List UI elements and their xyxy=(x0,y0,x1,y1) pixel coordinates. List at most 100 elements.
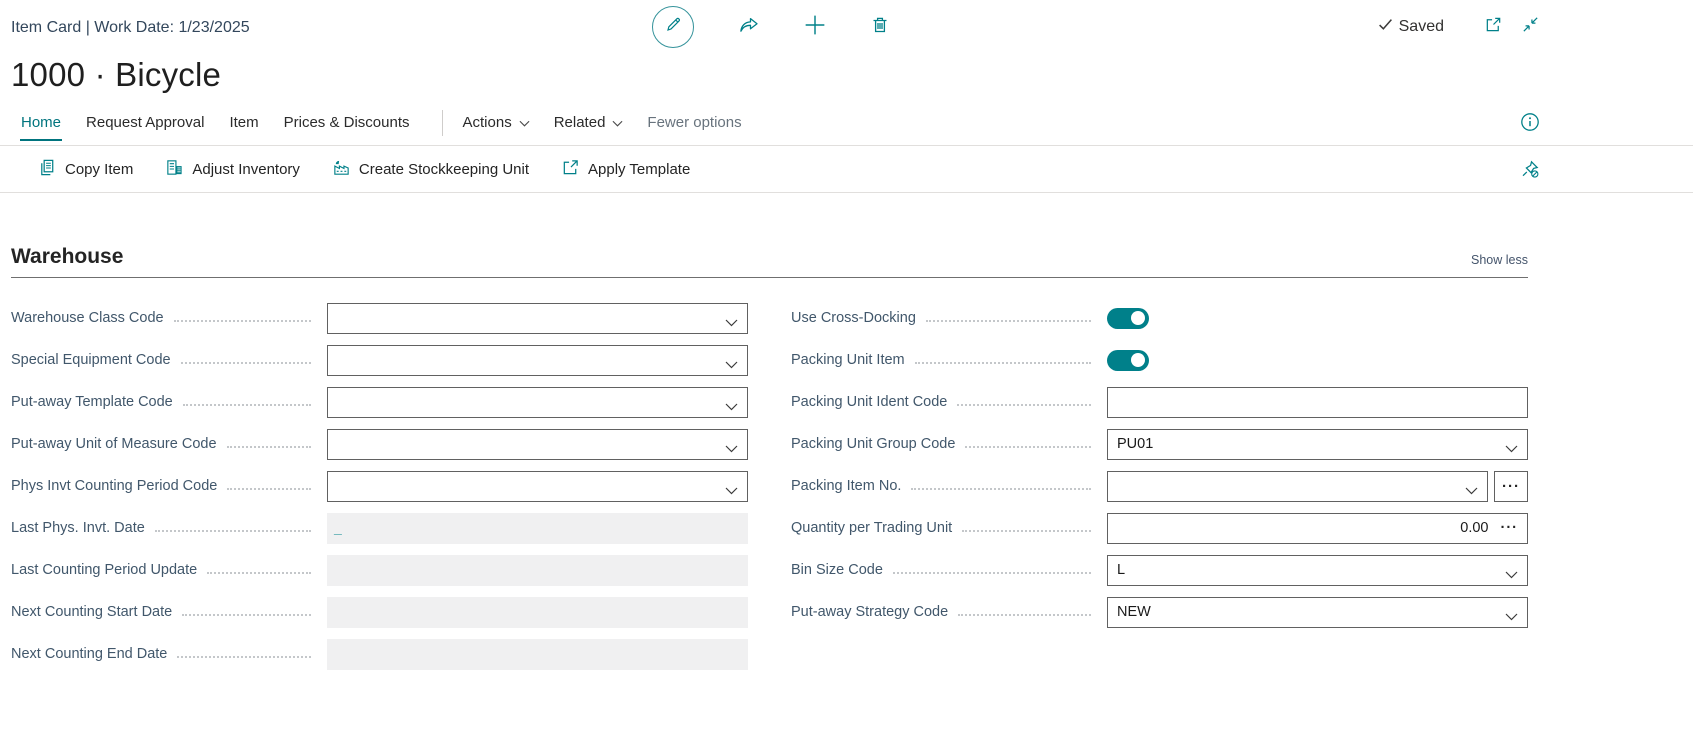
top-bar: Item Card | Work Date: 1/23/2025 xyxy=(0,0,1693,50)
collapse-button[interactable] xyxy=(1521,15,1540,39)
page-title: 1000 · Bicycle xyxy=(11,56,1693,94)
put-away-strategy-code-field[interactable]: NEW xyxy=(1107,597,1528,628)
field-row: Warehouse Class Code xyxy=(11,297,748,339)
menu-actions-label: Actions xyxy=(463,114,512,131)
quantity-assist-button[interactable]: ··· xyxy=(1501,520,1519,536)
adjust-inventory-icon xyxy=(165,158,184,181)
dotted-leader xyxy=(915,362,1091,364)
share-icon xyxy=(738,15,760,40)
chevron-down-icon xyxy=(725,399,738,415)
chevron-down-icon xyxy=(1505,609,1518,625)
dotted-leader xyxy=(182,614,311,616)
copy-item-button[interactable]: Copy Item xyxy=(38,158,133,181)
field-label: Phys Invt Counting Period Code xyxy=(11,478,217,494)
window-controls: Saved xyxy=(1378,15,1540,39)
action-label: Create Stockkeeping Unit xyxy=(359,161,529,178)
put-away-unit-of-measure-code-field[interactable] xyxy=(327,429,748,460)
dotted-leader xyxy=(957,404,1091,406)
phys-invt-counting-period-code-field[interactable] xyxy=(327,471,748,502)
chevron-down-icon xyxy=(725,357,738,373)
edit-button[interactable] xyxy=(652,6,694,48)
unpin-icon xyxy=(1520,159,1540,184)
tab-request-approval[interactable]: Request Approval xyxy=(85,104,205,141)
tab-prices-discounts[interactable]: Prices & Discounts xyxy=(283,104,411,141)
packing-unit-item-toggle[interactable] xyxy=(1107,350,1149,371)
special-equipment-code-field[interactable] xyxy=(327,345,748,376)
trash-icon xyxy=(870,15,890,40)
dotted-leader xyxy=(227,446,311,448)
adjust-inventory-button[interactable]: Adjust Inventory xyxy=(165,158,300,181)
field-row: Next Counting Start Date xyxy=(11,591,748,633)
share-button[interactable] xyxy=(738,15,760,40)
field-label: Packing Item No. xyxy=(791,478,901,494)
new-button[interactable] xyxy=(804,14,826,41)
dotted-leader xyxy=(177,656,311,658)
item-card-page: Item Card | Work Date: 1/23/2025 xyxy=(0,0,1693,747)
create-stockkeeping-unit-icon xyxy=(332,158,351,181)
field-label: Packing Unit Ident Code xyxy=(791,394,947,410)
menu-actions[interactable]: Actions xyxy=(463,114,530,131)
field-row: Last Phys. Invt. Date _ xyxy=(11,507,748,549)
warehouse-section-header: Warehouse Show less xyxy=(11,245,1528,278)
dotted-leader xyxy=(965,446,1091,448)
put-away-template-code-field[interactable] xyxy=(327,387,748,418)
field-label: Put-away Template Code xyxy=(11,394,173,410)
dotted-leader xyxy=(181,362,311,364)
field-row: Special Equipment Code xyxy=(11,339,748,381)
field-row: Phys Invt Counting Period Code xyxy=(11,465,748,507)
tab-item[interactable]: Item xyxy=(228,104,259,141)
form-column-left: Warehouse Class Code Special Equipment C… xyxy=(11,297,748,675)
dotted-leader xyxy=(227,488,311,490)
checkmark-icon xyxy=(1378,18,1393,36)
field-row: Next Counting End Date xyxy=(11,633,748,675)
packing-unit-ident-code-field[interactable] xyxy=(1107,387,1528,418)
chevron-down-icon xyxy=(1505,441,1518,457)
field-row: Put-away Unit of Measure Code xyxy=(11,423,748,465)
warehouse-class-code-field[interactable] xyxy=(327,303,748,334)
action-label: Apply Template xyxy=(588,161,690,178)
dotted-leader xyxy=(962,530,1091,532)
dotted-leader xyxy=(183,404,311,406)
field-row: Put-away Template Code xyxy=(11,381,748,423)
field-row: Packing Unit Item xyxy=(791,339,1528,381)
field-row: Quantity per Trading Unit 0.00··· xyxy=(791,507,1528,549)
apply-template-button[interactable]: Apply Template xyxy=(561,158,690,181)
open-in-new-window-icon xyxy=(1484,15,1503,39)
packing-unit-group-code-field[interactable]: PU01 xyxy=(1107,429,1528,460)
packing-item-no-field[interactable] xyxy=(1107,471,1488,502)
fewer-options-button[interactable]: Fewer options xyxy=(647,114,741,131)
field-label: Packing Unit Group Code xyxy=(791,436,955,452)
save-status-label: Saved xyxy=(1399,18,1444,36)
field-label: Quantity per Trading Unit xyxy=(791,520,952,536)
create-stockkeeping-unit-button[interactable]: Create Stockkeeping Unit xyxy=(332,158,529,181)
quantity-per-trading-unit-field[interactable]: 0.00··· xyxy=(1107,513,1528,544)
chevron-down-icon xyxy=(725,483,738,499)
field-label: Use Cross-Docking xyxy=(791,310,916,326)
unpin-button[interactable] xyxy=(1520,159,1540,184)
menu-related[interactable]: Related xyxy=(554,114,624,131)
tab-home[interactable]: Home xyxy=(20,104,62,141)
info-button[interactable] xyxy=(1520,112,1540,136)
open-in-new-window-button[interactable] xyxy=(1484,15,1503,39)
text-cursor: _ xyxy=(334,520,342,536)
apply-template-icon xyxy=(561,158,580,181)
field-label: Bin Size Code xyxy=(791,562,883,578)
dotted-leader xyxy=(174,320,311,322)
field-label: Put-away Unit of Measure Code xyxy=(11,436,217,452)
menu-divider xyxy=(442,110,443,136)
page-caption: Item Card | Work Date: 1/23/2025 xyxy=(11,19,250,37)
field-row: Packing Item No. ··· xyxy=(791,465,1528,507)
field-label: Put-away Strategy Code xyxy=(791,604,948,620)
show-less-button[interactable]: Show less xyxy=(1471,253,1528,269)
bin-size-code-field[interactable]: L xyxy=(1107,555,1528,586)
collapse-icon xyxy=(1521,15,1540,39)
dotted-leader xyxy=(207,572,311,574)
use-cross-docking-toggle[interactable] xyxy=(1107,308,1149,329)
dotted-leader xyxy=(155,530,311,532)
dotted-leader xyxy=(911,488,1091,490)
chevron-down-icon xyxy=(1465,483,1478,499)
dotted-leader xyxy=(926,320,1091,322)
delete-button[interactable] xyxy=(870,15,890,40)
action-label: Adjust Inventory xyxy=(192,161,300,178)
packing-item-no-assist-button[interactable]: ··· xyxy=(1494,471,1528,502)
